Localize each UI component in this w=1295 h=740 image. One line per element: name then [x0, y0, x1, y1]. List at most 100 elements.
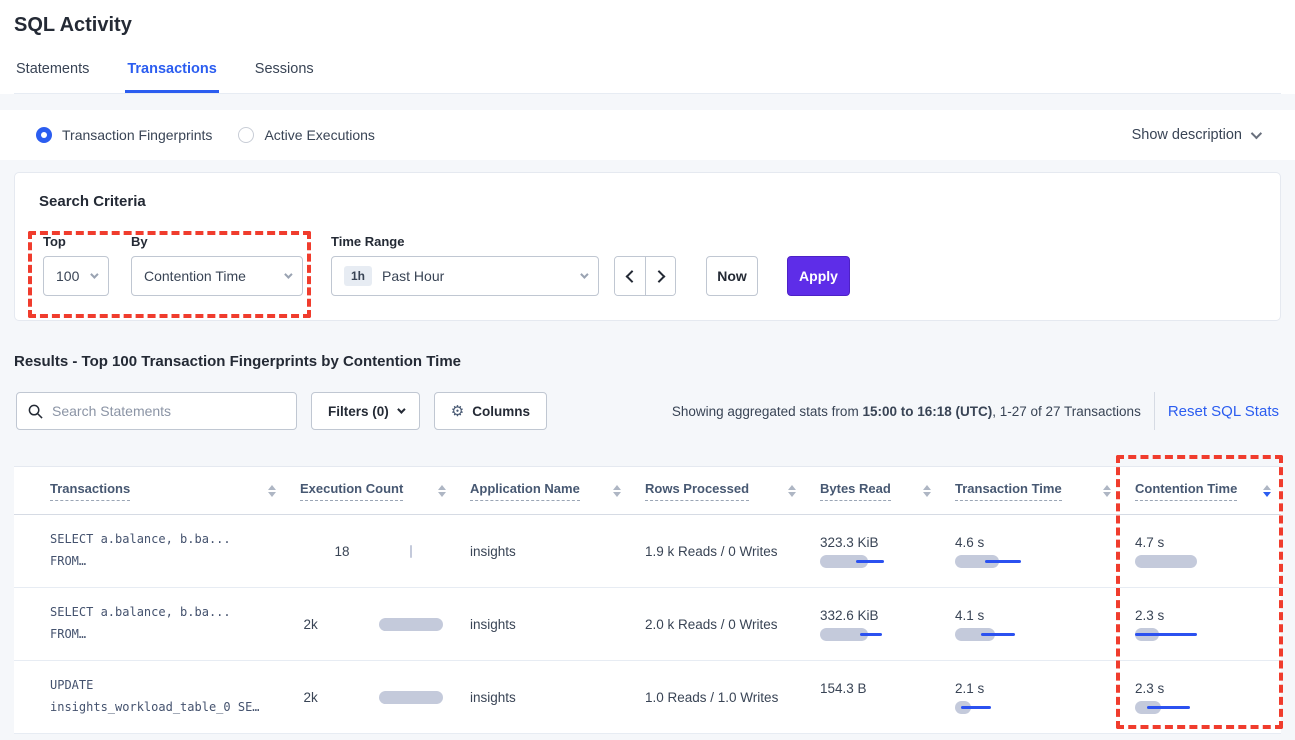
transactions-table: Transactions Execution Count Application… [14, 466, 1281, 734]
rows-processed-cell: 1.0 Reads / 1.0 Writes [631, 661, 806, 733]
radio-transaction-fingerprints[interactable]: Transaction Fingerprints [36, 127, 212, 143]
table-row: SELECT a.balance, b.ba... FROM… 18 insig… [14, 515, 1281, 588]
table-header-row: Transactions Execution Count Application… [14, 467, 1281, 515]
time-range-label: Time Range [331, 234, 599, 249]
radio-label: Active Executions [264, 127, 375, 143]
results-controls-row: Filters (0) ⚙ Columns Showing aggregated… [16, 392, 1279, 430]
search-criteria-row: Top 100 By Contention Time Time Range 1h… [39, 234, 1256, 296]
execution-count-bar [379, 618, 443, 631]
columns-button[interactable]: ⚙ Columns [434, 392, 547, 430]
top-select-value: 100 [56, 268, 79, 284]
top-label: Top [43, 234, 109, 249]
execution-count-cell: 2k [286, 588, 456, 660]
chevron-right-icon [653, 270, 666, 283]
column-header-transactions[interactable]: Transactions [14, 467, 286, 514]
radio-selected-icon[interactable] [36, 127, 52, 143]
search-criteria-heading: Search Criteria [39, 193, 1256, 210]
contention-time-cell: 4.7 s [1121, 515, 1281, 587]
bytes-read-cell: 154.3 B [806, 661, 941, 733]
now-button[interactable]: Now [706, 256, 758, 296]
application-name-cell: insights [456, 661, 631, 733]
column-header-bytes-read[interactable]: Bytes Read [806, 467, 941, 514]
transaction-time-bar [955, 555, 1055, 568]
transaction-cell[interactable]: SELECT a.balance, b.ba... FROM… [14, 515, 286, 587]
table-row: SELECT a.balance, b.ba... FROM… 2k insig… [14, 588, 1281, 661]
top-select[interactable]: 100 [43, 256, 109, 296]
next-range-button[interactable] [645, 257, 675, 295]
tab-statements[interactable]: Statements [14, 61, 91, 93]
stats-area: Showing aggregated stats from 15:00 to 1… [672, 392, 1279, 430]
bytes-read-bar [820, 555, 920, 568]
page-title: SQL Activity [14, 14, 1281, 37]
by-field: By Contention Time [109, 234, 303, 296]
transaction-cell[interactable]: SELECT a.balance, b.ba... FROM… [14, 588, 286, 660]
by-label: By [131, 234, 303, 249]
sort-icon[interactable] [923, 485, 931, 497]
application-name-cell: insights [456, 515, 631, 587]
column-header-contention-time[interactable]: Contention Time [1121, 467, 1281, 514]
top-field: Top 100 [43, 234, 109, 296]
chevron-down-icon [580, 270, 588, 278]
time-range-select[interactable]: 1h Past Hour [331, 256, 599, 296]
aggregated-stats-text: Showing aggregated stats from 15:00 to 1… [672, 404, 1141, 419]
sort-icon[interactable] [788, 485, 796, 497]
transaction-time-cell: 2.1 s [941, 661, 1121, 733]
previous-range-button[interactable] [615, 257, 645, 295]
column-header-execution-count[interactable]: Execution Count [286, 467, 456, 514]
column-header-application-name[interactable]: Application Name [456, 467, 631, 514]
tab-sessions[interactable]: Sessions [253, 61, 316, 93]
chevron-down-icon [1251, 128, 1262, 139]
by-select-value: Contention Time [144, 268, 246, 284]
search-criteria-card: Search Criteria Top 100 By Contention Ti… [14, 172, 1281, 321]
contention-time-cell: 2.3 s [1121, 588, 1281, 660]
search-input[interactable] [52, 403, 272, 419]
contention-time-bar [1135, 555, 1235, 568]
sort-icon-active[interactable] [1263, 485, 1271, 497]
transaction-time-cell: 4.6 s [941, 515, 1121, 587]
sort-icon[interactable] [268, 485, 276, 497]
show-description-label: Show description [1132, 127, 1242, 143]
view-toggle-band: Transaction Fingerprints Active Executio… [0, 110, 1295, 160]
chevron-left-icon [625, 270, 638, 283]
search-box[interactable] [16, 392, 297, 430]
column-header-rows-processed[interactable]: Rows Processed [631, 467, 806, 514]
chevron-down-icon [397, 405, 405, 413]
gear-icon: ⚙ [451, 404, 464, 419]
execution-count-cell: 2k [286, 661, 456, 733]
sort-icon[interactable] [613, 485, 621, 497]
apply-button[interactable]: Apply [787, 256, 850, 296]
transaction-cell[interactable]: UPDATE insights_workload_table_0 SE… [14, 661, 286, 733]
rows-processed-cell: 1.9 k Reads / 0 Writes [631, 515, 806, 587]
by-select[interactable]: Contention Time [131, 256, 303, 296]
column-header-transaction-time[interactable]: Transaction Time [941, 467, 1121, 514]
filters-button[interactable]: Filters (0) [311, 392, 420, 430]
execution-count-bar [379, 691, 443, 704]
vertical-divider [1154, 392, 1155, 430]
columns-label: Columns [472, 404, 530, 419]
transaction-time-bar [955, 628, 1055, 641]
page-header: SQL Activity Statements Transactions Ses… [0, 0, 1295, 94]
execution-count-cell: 18 [286, 515, 456, 587]
contention-time-bar [1135, 628, 1235, 641]
sort-icon[interactable] [438, 485, 446, 497]
radio-unselected-icon[interactable] [238, 127, 254, 143]
sort-icon[interactable] [1103, 485, 1111, 497]
time-range-badge: 1h [344, 266, 372, 286]
radio-label: Transaction Fingerprints [62, 127, 212, 143]
chevron-down-icon [284, 270, 292, 278]
bytes-read-cell: 323.3 KiB [806, 515, 941, 587]
tab-transactions[interactable]: Transactions [125, 61, 218, 93]
tab-bar: Statements Transactions Sessions [14, 61, 1281, 94]
transaction-time-cell: 4.1 s [941, 588, 1121, 660]
bytes-read-cell: 332.6 KiB [806, 588, 941, 660]
filters-label: Filters (0) [328, 404, 389, 419]
show-description-toggle[interactable]: Show description [1132, 127, 1259, 143]
chevron-down-icon [90, 270, 98, 278]
radio-active-executions[interactable]: Active Executions [238, 127, 375, 143]
table-row: UPDATE insights_workload_table_0 SE… 2k … [14, 661, 1281, 734]
contention-time-cell: 2.3 s [1121, 661, 1281, 733]
reset-sql-stats-link[interactable]: Reset SQL Stats [1168, 403, 1279, 420]
bytes-read-bar [820, 628, 920, 641]
rows-processed-cell: 2.0 k Reads / 0 Writes [631, 588, 806, 660]
time-range-field: Time Range 1h Past Hour [303, 234, 599, 296]
